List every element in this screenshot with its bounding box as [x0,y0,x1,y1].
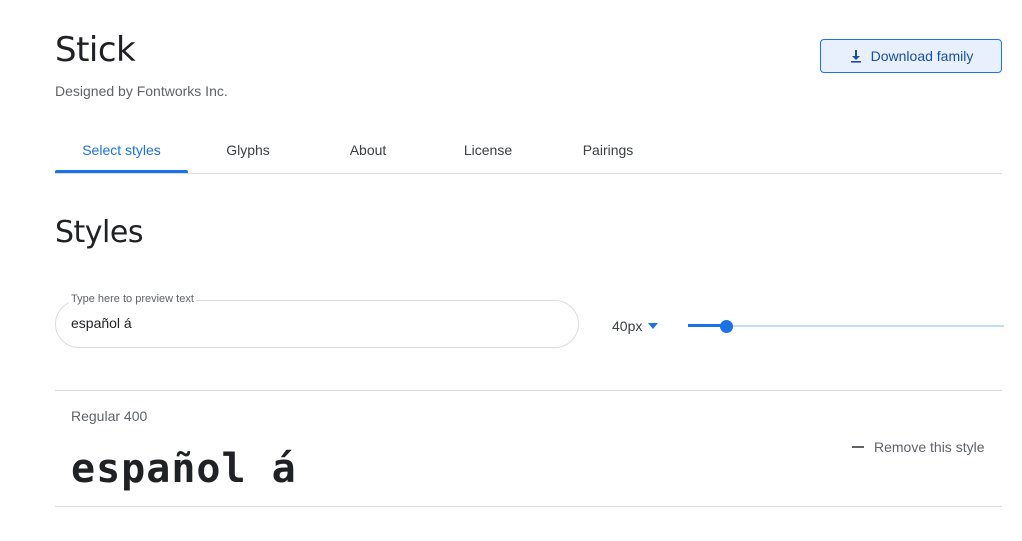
slider-thumb[interactable] [719,320,733,333]
tab-about[interactable]: About [308,128,428,172]
remove-style-label: Remove this style [874,439,985,455]
download-icon [850,50,861,63]
dropdown-arrow-icon [648,323,659,329]
tab-pairings[interactable]: Pairings [548,128,668,172]
slider-track [688,325,1004,327]
download-family-button[interactable]: Download family [820,39,1002,73]
divider [55,390,1002,391]
active-tab-indicator [55,170,188,173]
font-size-slider[interactable] [688,318,1004,334]
tab-license[interactable]: License [428,128,548,172]
style-name: Regular 400 [71,408,148,424]
tab-glyphs[interactable]: Glyphs [188,128,308,172]
divider [55,506,1002,507]
style-preview-text: español á [71,446,297,492]
font-size-value: 40px [612,318,643,334]
minus-icon [852,446,864,448]
tab-select-styles[interactable]: Select styles [55,128,188,172]
preview-text-label: Type here to preview text [69,293,196,305]
download-family-label: Download family [870,48,974,64]
preview-text-input[interactable] [71,315,551,331]
preview-text-field[interactable]: Type here to preview text [55,293,579,348]
styles-heading: Styles [55,215,143,250]
remove-style-button[interactable]: Remove this style [852,439,984,455]
font-size-dropdown[interactable]: 40px [612,318,659,334]
font-title: Stick [55,30,136,70]
tab-bar: Select styles Glyphs About License Pairi… [55,128,1002,174]
font-designer: Designed by Fontworks Inc. [55,83,228,99]
